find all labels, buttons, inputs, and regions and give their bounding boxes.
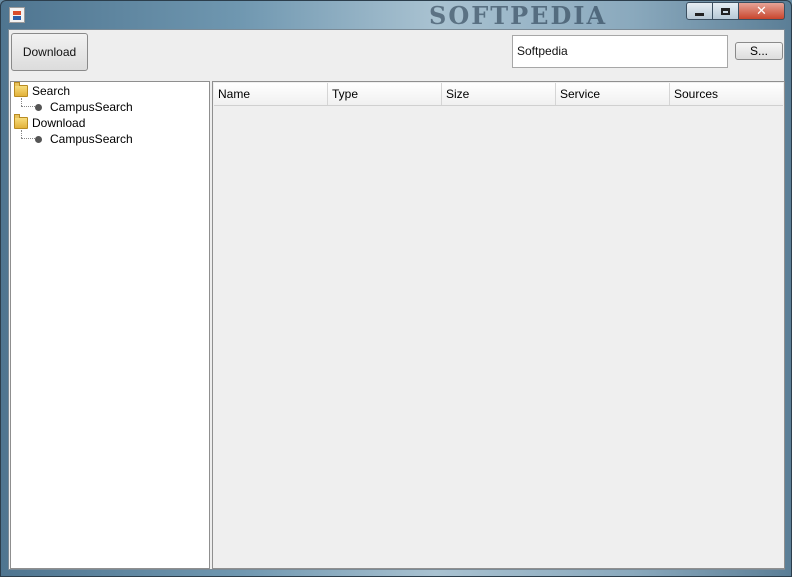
window-controls: ✕: [686, 2, 785, 22]
tree-node-label: Download: [32, 116, 86, 130]
app-window: SOFTPEDIA ✕ Download Softpedia S... Sear…: [0, 0, 792, 577]
tree-leaf-label: CampusSearch: [50, 132, 133, 146]
title-watermark: SOFTPEDIA: [429, 1, 608, 30]
title-bar[interactable]: SOFTPEDIA ✕: [1, 1, 791, 30]
tree-connector: [21, 138, 35, 139]
column-header-service[interactable]: Service: [556, 83, 670, 105]
folder-icon: [14, 82, 28, 97]
tree-node-search[interactable]: Search: [14, 82, 71, 99]
leaf-bullet-icon: [35, 103, 42, 111]
column-header-size[interactable]: Size: [442, 83, 556, 105]
minimize-button[interactable]: [686, 2, 713, 20]
service-tree[interactable]: Search CampusSearch Download CampusSearc…: [10, 81, 210, 569]
tree-connector: [21, 130, 22, 138]
tree-leaf-label: CampusSearch: [50, 100, 133, 114]
folder-icon: [14, 114, 28, 129]
search-button[interactable]: S...: [735, 42, 783, 60]
search-input[interactable]: Softpedia: [512, 35, 728, 68]
tree-leaf-download-campussearch[interactable]: CampusSearch: [35, 131, 133, 147]
results-table[interactable]: Name Type Size Service Sources: [212, 81, 785, 569]
tree-connector: [21, 106, 35, 107]
close-button[interactable]: ✕: [739, 2, 785, 20]
maximize-icon: [721, 7, 730, 15]
tree-connector: [21, 98, 22, 106]
java-app-icon[interactable]: [9, 7, 25, 23]
client-area: Download Softpedia S... Search CampusSea…: [8, 29, 785, 570]
column-header-sources[interactable]: Sources: [670, 83, 783, 105]
toolbar: Download Softpedia S...: [9, 30, 784, 80]
close-icon: ✕: [756, 3, 767, 19]
column-header-name[interactable]: Name: [214, 83, 328, 105]
tree-leaf-search-campussearch[interactable]: CampusSearch: [35, 99, 133, 115]
maximize-button[interactable]: [713, 2, 739, 20]
minimize-icon: [695, 12, 704, 16]
column-header-type[interactable]: Type: [328, 83, 442, 105]
tree-node-download[interactable]: Download: [14, 114, 86, 131]
leaf-bullet-icon: [35, 135, 42, 143]
table-header: Name Type Size Service Sources: [214, 83, 783, 106]
tree-node-label: Search: [32, 84, 71, 98]
download-button[interactable]: Download: [11, 33, 88, 71]
